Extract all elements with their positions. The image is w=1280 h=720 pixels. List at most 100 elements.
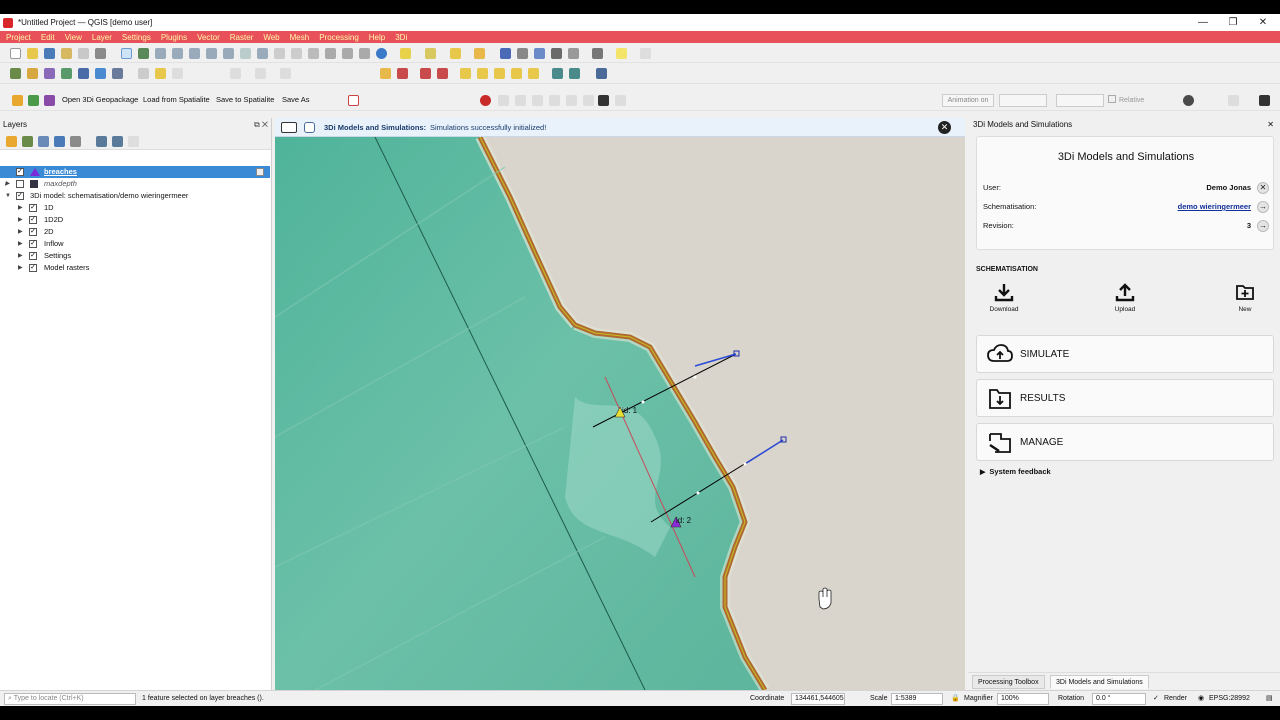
add-raster-icon[interactable] xyxy=(61,68,72,79)
deselect-icon[interactable] xyxy=(474,48,485,59)
panel-toggle-icon[interactable] xyxy=(281,122,297,133)
threedi-sigma-icon[interactable] xyxy=(44,95,55,106)
add-wfs-icon[interactable] xyxy=(112,68,123,79)
label-show-hide-icon[interactable] xyxy=(528,68,539,79)
manage-button[interactable]: MANAGE xyxy=(976,423,1274,461)
zoom-native-icon[interactable] xyxy=(257,48,268,59)
animation-toggle[interactable]: Animation on xyxy=(942,94,994,107)
zoom-python-icon[interactable] xyxy=(552,68,563,79)
close-dock-icon[interactable]: ✕ xyxy=(1267,118,1274,132)
close-message-button[interactable]: ✕ xyxy=(938,121,951,134)
field-calculator-icon[interactable] xyxy=(534,48,545,59)
simulate-button[interactable]: SIMULATE xyxy=(976,335,1274,373)
layer-checkbox[interactable] xyxy=(16,180,24,188)
tab-processing-toolbox[interactable]: Processing Toolbox xyxy=(972,675,1045,689)
menu-plugins[interactable]: Plugins xyxy=(161,33,187,42)
delete-selected-icon[interactable] xyxy=(280,68,291,79)
label-properties-icon[interactable] xyxy=(511,68,522,79)
menu-mesh[interactable]: Mesh xyxy=(290,33,310,42)
select-features-icon[interactable] xyxy=(425,48,436,59)
layer-checkbox[interactable]: ✓ xyxy=(16,168,24,176)
layout-manager-icon[interactable] xyxy=(78,48,89,59)
rotation-field[interactable]: 0.0 ° xyxy=(1092,693,1146,705)
zoom-out-icon[interactable] xyxy=(172,48,183,59)
lock-icon[interactable] xyxy=(256,168,264,176)
menu-layer[interactable]: Layer xyxy=(92,33,112,42)
open-layer-styling-icon[interactable] xyxy=(6,136,17,147)
new-map-view-icon[interactable] xyxy=(308,48,319,59)
new-layer-icon[interactable] xyxy=(27,68,38,79)
vertex-tool-icon[interactable] xyxy=(255,68,266,79)
load-from-spatialite-button[interactable]: Load from Spatialite xyxy=(143,90,210,110)
layer-checkbox[interactable]: ✓ xyxy=(29,240,37,248)
filter-expression-icon[interactable] xyxy=(70,136,81,147)
identify-icon[interactable] xyxy=(500,48,511,59)
web-icon[interactable] xyxy=(1183,95,1194,106)
more-icon[interactable] xyxy=(1259,95,1270,106)
statistics-tool-icon[interactable] xyxy=(532,95,543,106)
save-edits-icon[interactable] xyxy=(172,68,183,79)
layer-group-1d[interactable]: ▶ ✓ 1D xyxy=(0,202,270,214)
layer-checkbox[interactable]: ✓ xyxy=(29,264,37,272)
layer-group-settings[interactable]: ▶ ✓ Settings xyxy=(0,250,270,262)
save-to-spatialite-button[interactable]: Save to Spatialite xyxy=(216,90,274,110)
zoom-rubberband-icon[interactable] xyxy=(189,48,200,59)
flow-icon[interactable] xyxy=(566,95,577,106)
layer-checkbox[interactable]: ✓ xyxy=(29,228,37,236)
threedi-logo-icon[interactable] xyxy=(480,95,491,106)
tab-3di-models[interactable]: 3Di Models and Simulations xyxy=(1050,675,1149,689)
temporal-controller-icon[interactable] xyxy=(359,48,370,59)
text-annotation-icon[interactable] xyxy=(640,48,651,59)
zoom-full-icon[interactable] xyxy=(206,48,217,59)
menu-project[interactable]: Project xyxy=(6,33,31,42)
search-python-icon[interactable] xyxy=(569,68,580,79)
label-rotate-icon[interactable] xyxy=(460,68,471,79)
new-button[interactable]: New xyxy=(1225,282,1265,313)
identify-select-icon[interactable] xyxy=(400,48,411,59)
layer-group-model-rasters[interactable]: ▶ ✓ Model rasters xyxy=(0,262,270,274)
measure-icon[interactable] xyxy=(568,48,579,59)
save-project-icon[interactable] xyxy=(44,48,55,59)
expand-all-icon[interactable] xyxy=(96,136,107,147)
expand-arrow-icon[interactable]: ▶ xyxy=(18,250,23,262)
toggle-editing-icon[interactable] xyxy=(155,68,166,79)
remove-layer-icon[interactable] xyxy=(128,136,139,147)
pin-labels-icon[interactable] xyxy=(397,68,408,79)
zoom-selection-icon[interactable] xyxy=(223,48,234,59)
zoom-next-icon[interactable] xyxy=(291,48,302,59)
print-layout-icon[interactable] xyxy=(61,48,72,59)
manage-map-themes-icon[interactable] xyxy=(38,136,49,147)
move-label-icon[interactable] xyxy=(437,68,448,79)
menu-vector[interactable]: Vector xyxy=(197,33,220,42)
coordinate-field[interactable]: 134461,544605 xyxy=(791,693,845,705)
menu-edit[interactable]: Edit xyxy=(41,33,55,42)
zoom-in-icon[interactable] xyxy=(155,48,166,59)
layer-group-3di-model[interactable]: ▼ ✓ 3Di model: schematisation/demo wieri… xyxy=(0,190,270,202)
schematisation-link[interactable]: demo wieringermeer xyxy=(1178,201,1251,213)
logout-close-icon[interactable]: ✕ xyxy=(1257,182,1269,194)
label-tool-icon[interactable] xyxy=(380,68,391,79)
statistics-icon[interactable] xyxy=(551,48,562,59)
save-as-button[interactable]: Save As xyxy=(282,90,310,110)
layer-group-2d[interactable]: ▶ ✓ 2D xyxy=(0,226,270,238)
download-button[interactable]: Download xyxy=(984,282,1024,313)
expand-arrow-icon[interactable]: ▶ xyxy=(18,226,23,238)
annotation-icon[interactable] xyxy=(592,48,603,59)
zoom-last-icon[interactable] xyxy=(274,48,285,59)
expand-arrow-icon[interactable]: ▶ xyxy=(18,214,23,226)
refresh-icon[interactable] xyxy=(376,48,387,59)
add-feature-icon[interactable] xyxy=(230,68,241,79)
clear-tool-icon[interactable] xyxy=(615,95,626,106)
add-wms-icon[interactable] xyxy=(95,68,106,79)
animation-layer-combo[interactable] xyxy=(999,94,1047,107)
show-labels-icon[interactable] xyxy=(420,68,431,79)
pan-to-selection-icon[interactable] xyxy=(138,48,149,59)
data-source-manager-icon[interactable] xyxy=(10,68,21,79)
diagram-move-icon[interactable] xyxy=(494,68,505,79)
layer-row-maxdepth[interactable]: ▶ maxdepth xyxy=(0,178,270,190)
open-project-icon[interactable] xyxy=(27,48,38,59)
locate-input[interactable]: ⌕ Type to locate (Ctrl+K) xyxy=(4,693,136,705)
python-console-icon[interactable] xyxy=(596,68,607,79)
system-feedback-toggle[interactable]: ▶ System feedback xyxy=(980,467,1051,476)
close-window-button[interactable]: ✕ xyxy=(1248,14,1278,31)
